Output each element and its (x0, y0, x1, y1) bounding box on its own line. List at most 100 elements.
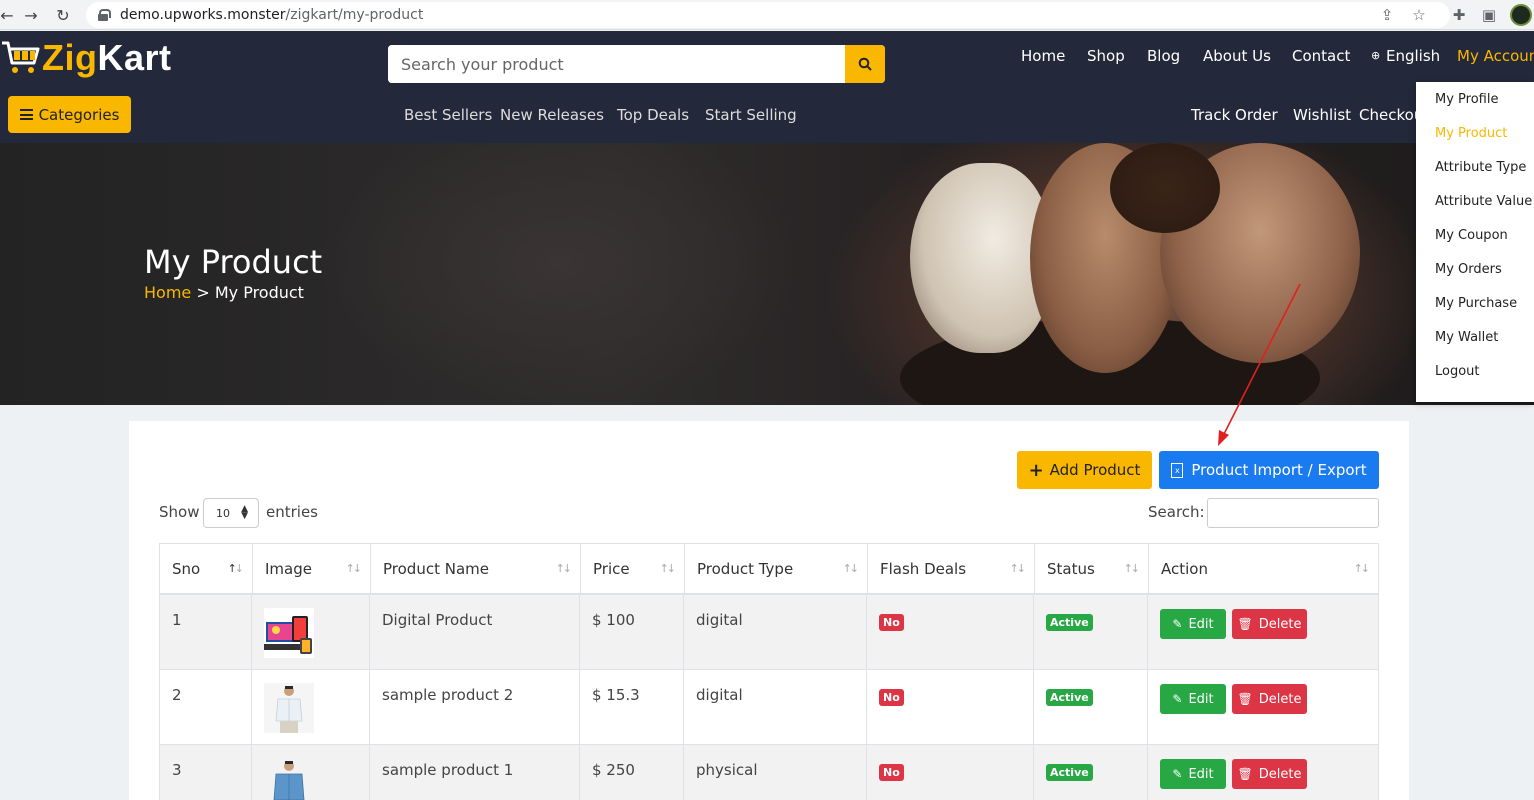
delete-button[interactable]: 🗑 Delete (1232, 684, 1307, 714)
product-thumbnail[interactable] (264, 683, 314, 733)
product-import-export-button[interactable]: x Product Import / Export (1159, 451, 1379, 489)
subnav-best-sellers[interactable]: Best Sellers (404, 106, 492, 124)
product-thumbnail[interactable] (264, 758, 314, 800)
menu-item-my-purchase[interactable]: My Purchase (1435, 296, 1517, 311)
site-header: ZigKart Home Shop Blog About Us Contact … (0, 31, 1534, 143)
table-header: Sno ↑↓ Image ↑↓ Product Name ↑↓ Price ↑↓ Pro… (159, 543, 1379, 595)
trash-icon: 🗑 (1237, 692, 1253, 706)
column-header-product-name[interactable]: Product Name ↑↓ (371, 544, 581, 594)
profile-avatar[interactable] (1510, 4, 1532, 26)
entries-label: entries (266, 503, 318, 521)
column-header-product-type[interactable]: Product Type ↑↓ (685, 544, 868, 594)
nav-language[interactable]: English (1386, 47, 1440, 65)
cell-flash-deals: No (867, 595, 1034, 670)
nav-contact[interactable]: Contact (1292, 47, 1350, 65)
page-length-value: 10 (216, 506, 230, 520)
cell-product-name: Digital Product (370, 595, 580, 670)
delete-button[interactable]: 🗑 Delete (1232, 759, 1307, 789)
table-search-input[interactable] (1207, 498, 1379, 528)
cell-action: ✎ Edit 🗑 Delete (1148, 595, 1378, 670)
menu-item-my-coupon[interactable]: My Coupon (1435, 228, 1508, 243)
cell-sno: 3 (160, 745, 252, 800)
trash-icon: 🗑 (1237, 767, 1253, 781)
excel-file-icon: x (1171, 462, 1184, 478)
sort-icon: ↑↓ (842, 562, 860, 575)
cell-product-type: digital (684, 670, 867, 745)
cell-action: ✎ Edit 🗑 Delete (1148, 670, 1378, 745)
trash-icon: 🗑 (1237, 617, 1253, 631)
browser-toolbar: ← → ↻ demo.upworks.monster/zigkart/my-pr… (0, 0, 1534, 30)
nav-my-account[interactable]: My Accoun (1457, 47, 1534, 65)
subnav-start-selling[interactable]: Start Selling (705, 106, 797, 124)
cell-status: Active (1034, 595, 1148, 670)
cell-product-name: sample product 2 (370, 670, 580, 745)
share-icon[interactable]: ⇪ (1376, 4, 1398, 26)
back-arrow-icon[interactable]: ← (0, 4, 18, 26)
table-search-label: Search: (1148, 503, 1205, 521)
page-title: My Product (144, 243, 323, 281)
nav-shop[interactable]: Shop (1087, 47, 1125, 65)
subnav-top-deals[interactable]: Top Deals (617, 106, 689, 124)
subnav-checkout[interactable]: Checkou (1359, 106, 1423, 124)
subnav-track-order[interactable]: Track Order (1191, 106, 1278, 124)
column-header-image[interactable]: Image ↑↓ (253, 544, 371, 594)
cell-sno: 1 (160, 595, 252, 670)
table-row: 3 sample product 1 $ 250 physical No Act… (159, 745, 1379, 800)
categories-button[interactable]: Categories (8, 96, 131, 133)
nav-blog[interactable]: Blog (1147, 47, 1180, 65)
show-label: Show (159, 503, 200, 521)
forward-arrow-icon[interactable]: → (20, 4, 42, 26)
menu-item-my-product[interactable]: My Product (1435, 126, 1507, 141)
edit-button[interactable]: ✎ Edit (1160, 684, 1226, 714)
menu-item-my-profile[interactable]: My Profile (1435, 92, 1498, 107)
edit-button[interactable]: ✎ Edit (1160, 609, 1226, 639)
menu-item-my-wallet[interactable]: My Wallet (1435, 330, 1498, 345)
cell-image (252, 745, 370, 800)
cell-sno: 2 (160, 670, 252, 745)
sort-icon: ↑↓ (1009, 562, 1027, 575)
reload-icon[interactable]: ↻ (52, 4, 74, 26)
lock-icon (98, 9, 111, 21)
page-length-select[interactable]: 10 ▲ ▼ (203, 498, 259, 528)
sort-icon: ↑↓ (345, 562, 363, 575)
menu-item-my-orders[interactable]: My Orders (1435, 262, 1502, 277)
nav-about-us[interactable]: About Us (1203, 47, 1271, 65)
edit-button[interactable]: ✎ Edit (1160, 759, 1226, 789)
delete-button[interactable]: 🗑 Delete (1232, 609, 1307, 639)
breadcrumb-home[interactable]: Home (144, 283, 191, 302)
column-header-price[interactable]: Price ↑↓ (581, 544, 685, 594)
flash-deal-badge: No (879, 764, 904, 781)
sort-icon: ↑↓ (659, 562, 677, 575)
url-text: demo.upworks.monster/zigkart/my-product (120, 7, 424, 23)
globe-icon: ⊕ (1371, 49, 1381, 62)
menu-item-attribute-type[interactable]: Attribute Type (1435, 160, 1526, 175)
menu-item-attribute-value[interactable]: Attribute Value (1435, 194, 1532, 209)
nav-home[interactable]: Home (1021, 47, 1065, 65)
edit-icon: ✎ (1172, 617, 1183, 631)
star-icon[interactable]: ☆ (1408, 4, 1430, 26)
page-banner: My Product Home > My Product (0, 143, 1534, 405)
extensions-icon[interactable]: ✚ (1448, 4, 1470, 26)
side-panel-icon[interactable]: ▣ (1478, 4, 1500, 26)
menu-item-logout[interactable]: Logout (1435, 364, 1480, 379)
column-header-status[interactable]: Status ↑↓ (1035, 544, 1149, 594)
flash-deal-badge: No (879, 689, 904, 706)
banner-image-chocolate (1110, 143, 1220, 233)
column-header-sno[interactable]: Sno ↑↓ (160, 544, 253, 594)
cell-image (252, 595, 370, 670)
cell-price: $ 100 (580, 595, 684, 670)
address-bar[interactable]: demo.upworks.monster/zigkart/my-product (86, 2, 1450, 28)
add-product-button[interactable]: + Add Product (1017, 451, 1152, 489)
column-header-action[interactable]: Action ↑↓ (1149, 544, 1378, 594)
subnav-new-releases[interactable]: New Releases (500, 106, 604, 124)
column-header-flash-deals[interactable]: Flash Deals ↑↓ (868, 544, 1035, 594)
status-badge: Active (1046, 614, 1093, 631)
banner-image-cream (910, 163, 1050, 353)
product-thumbnail[interactable] (264, 608, 314, 658)
sort-icon: ↑↓ (555, 562, 573, 575)
sort-icon: ↑↓ (227, 562, 245, 575)
top-navigation: Home Shop Blog About Us Contact ⊕ Englis… (0, 47, 1534, 71)
subnav-wishlist[interactable]: Wishlist (1293, 106, 1351, 124)
status-badge: Active (1046, 689, 1093, 706)
cell-product-type: physical (684, 745, 867, 800)
